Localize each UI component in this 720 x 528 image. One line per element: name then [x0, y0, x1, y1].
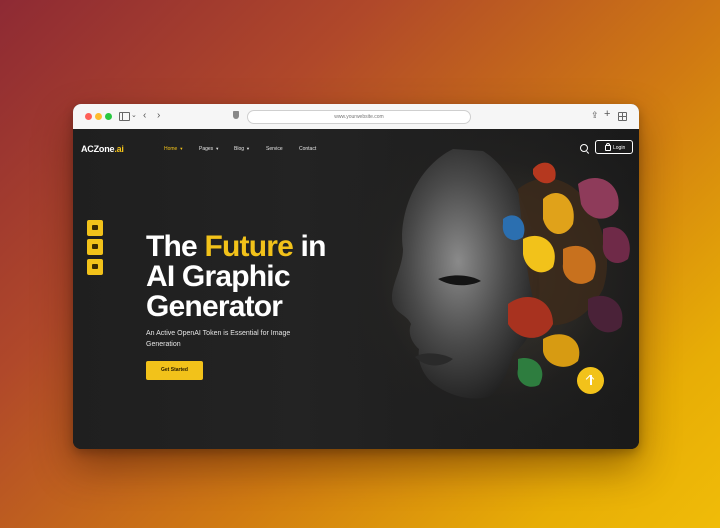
site-logo[interactable]: ACZone.ai [81, 144, 124, 154]
nav-item-service[interactable]: Service [266, 146, 283, 152]
hero-portrait-image [303, 129, 639, 449]
cart-icon [92, 225, 98, 230]
hero-subtitle: An Active OpenAI Token is Essential for … [146, 330, 291, 348]
browser-toolbar: ⌄ ‹ › www.yourwebsite.com ⇪ + [73, 104, 639, 130]
nav-item-contact[interactable]: Contact [299, 146, 316, 152]
browser-window: ⌄ ‹ › www.yourwebsite.com ⇪ + ACZone.ai … [73, 104, 639, 449]
nav-home-label: Home [164, 146, 178, 152]
lock-icon [605, 143, 611, 151]
minimize-window-button[interactable] [95, 113, 102, 120]
grid-icon[interactable] [618, 112, 627, 121]
search-icon[interactable] [580, 144, 588, 152]
chevron-down-icon[interactable]: ⌄ [131, 110, 137, 122]
nav-item-pages[interactable]: Pages ▼ [199, 146, 219, 152]
logo-accent: .ai [114, 144, 124, 154]
share-icon[interactable]: ⇪ [591, 109, 599, 121]
folder-icon [92, 264, 98, 269]
login-label: Login [613, 145, 626, 151]
address-bar[interactable]: www.yourwebsite.com [247, 110, 471, 124]
nav-item-blog[interactable]: Blog ▼ [234, 146, 250, 152]
sidebar-toggle-icon[interactable] [119, 112, 130, 121]
hero-title-line2: AI Graphic [146, 260, 291, 293]
title-line1-a: The [146, 230, 205, 263]
chevron-down-icon: ▼ [215, 146, 220, 151]
hero-title-line3: Generator [146, 290, 283, 323]
shield-icon [233, 111, 239, 119]
title-accent-word: Future [204, 230, 294, 263]
nav-blog-label: Blog [234, 146, 245, 152]
back-arrow-icon[interactable]: ‹ [143, 110, 146, 122]
bag-button[interactable] [87, 239, 103, 255]
chevron-down-icon: ▼ [179, 146, 184, 151]
login-button[interactable]: Login [595, 140, 633, 154]
get-started-button[interactable]: Get Started [146, 361, 203, 380]
hero-title-line1: The Future in [146, 230, 326, 264]
forward-arrow-icon[interactable]: › [157, 110, 160, 122]
chevron-down-icon: ▼ [246, 146, 250, 151]
nav-item-home[interactable]: Home ▼ [164, 146, 183, 152]
title-line1-b: in [293, 230, 327, 263]
cart-button[interactable] [87, 220, 103, 236]
bag-icon [92, 244, 98, 249]
plus-icon[interactable]: + [604, 108, 610, 120]
close-window-button[interactable] [85, 113, 92, 120]
folder-button[interactable] [87, 259, 103, 275]
website-viewport: ACZone.ai Home ▼ Pages ▼ Blog ▼ Service Con… [73, 129, 639, 449]
nav-pages-label: Pages [199, 146, 214, 152]
nav-contact-label: Contact [299, 146, 317, 152]
maximize-window-button[interactable] [105, 113, 112, 120]
nav-service-label: Service [266, 146, 283, 152]
logo-main: ACZone [81, 144, 115, 154]
arrow-up-icon[interactable] [577, 367, 604, 394]
